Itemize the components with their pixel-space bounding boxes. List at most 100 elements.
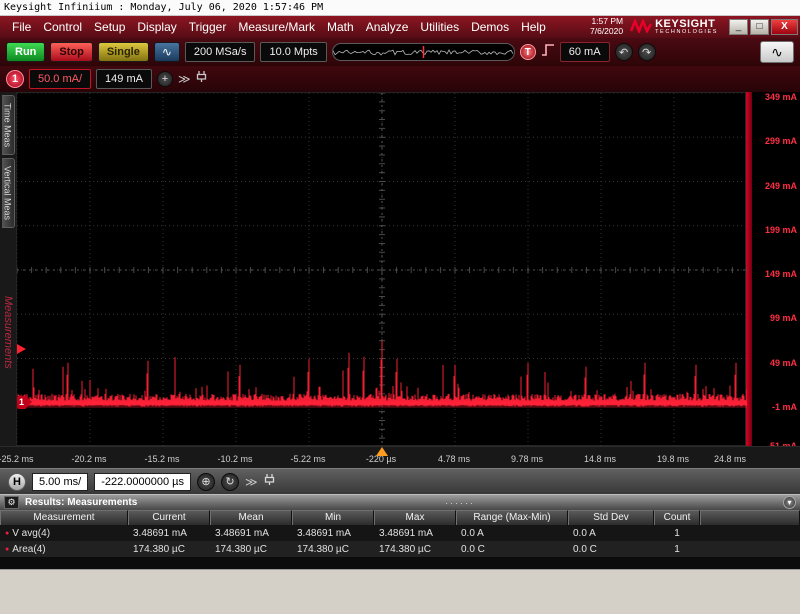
channel-ground-marker[interactable]: 1 — [17, 396, 26, 409]
waveform-canvas — [17, 93, 747, 447]
run-control-toolbar: Run Stop Single ∿ 200 MSa/s 10.0 Mpts T … — [0, 38, 800, 66]
menu-item[interactable]: Trigger — [183, 18, 233, 36]
mean-cell: 174.380 µC — [210, 544, 292, 555]
column-header-stddev: Std Dev — [568, 510, 654, 525]
trigger-level-field[interactable]: 60 mA — [560, 42, 610, 62]
memory-depth-readout[interactable]: 10.0 Mpts — [260, 42, 326, 62]
window-titlebar: Keysight Infiniium : Monday, July 06, 20… — [0, 0, 800, 16]
waveform-plot[interactable]: 1 — [16, 92, 746, 446]
menu-item[interactable]: Setup — [88, 18, 131, 36]
close-button[interactable]: X — [771, 19, 798, 35]
gear-icon: ⚙ — [7, 497, 15, 507]
menu-item[interactable]: Control — [37, 18, 88, 36]
horizontal-controls: H 5.00 ms/ -222.0000000 µs ⊕ ↻ ≫ — [0, 468, 800, 494]
horizontal-scale-field[interactable]: 5.00 ms/ — [32, 473, 88, 491]
menu-item[interactable]: Display — [131, 18, 182, 36]
channel-toolbar: 1 50.0 mA/ 149 mA + ≫ — [0, 66, 800, 92]
results-table-body: ●V avg(4) 3.48691 mA 3.48691 mA 3.48691 … — [0, 525, 800, 557]
mean-cell: 3.48691 mA — [210, 528, 292, 539]
results-drag-handle[interactable]: ······ — [143, 498, 777, 508]
tab-measurements-results[interactable]: Measurements — [1, 289, 15, 376]
sample-rate-readout[interactable]: 200 MSa/s — [185, 42, 256, 62]
tab-vertical-meas[interactable]: Vertical Meas — [2, 158, 15, 228]
count-cell: 1 — [654, 544, 700, 555]
stop-button[interactable]: Stop — [50, 42, 92, 62]
horizontal-position-field[interactable]: -222.0000000 µs — [94, 473, 191, 491]
autoscale-button[interactable]: ∿ — [154, 42, 180, 62]
table-row[interactable]: ●V avg(4) 3.48691 mA 3.48691 mA 3.48691 … — [0, 525, 800, 541]
channel-expand-chevrons[interactable]: ≫ — [178, 72, 191, 86]
horizontal-probe-icon[interactable] — [264, 473, 275, 491]
chevron-down-icon: ▾ — [787, 498, 791, 507]
tab-time-meas[interactable]: Time Meas — [2, 95, 15, 155]
channel-probe-icon[interactable] — [196, 70, 207, 88]
results-table-header: Measurement Current Mean Min Max Range (… — [0, 510, 800, 525]
table-row[interactable]: ●Area(4) 174.380 µC 174.380 µC 174.380 µ… — [0, 541, 800, 557]
column-header-mean: Mean — [210, 510, 292, 525]
column-header-min: Min — [292, 510, 374, 525]
menu-item[interactable]: Utilities — [414, 18, 465, 36]
stddev-cell: 0.0 C — [568, 544, 654, 555]
undo-button[interactable]: ↶ — [615, 43, 633, 61]
waveform-tools-button[interactable]: ∿ — [760, 41, 794, 63]
vertical-offset-field[interactable]: 149 mA — [96, 69, 152, 89]
column-header-measurement: Measurement — [0, 510, 128, 525]
timebase-preview — [332, 43, 515, 61]
range-cell: 0.0 A — [456, 528, 568, 539]
column-header-range: Range (Max-Min) — [456, 510, 568, 525]
clock-date: 7/6/2020 — [590, 27, 623, 37]
range-cell: 0.0 C — [456, 544, 568, 555]
zoom-button[interactable]: ⊕ — [197, 473, 215, 491]
stddev-cell: 0.0 A — [568, 528, 654, 539]
menu-item[interactable]: Analyze — [360, 18, 415, 36]
x-axis: -25.2 ms-20.2 ms-15.2 ms-10.2 ms-5.22 ms… — [0, 446, 800, 468]
results-title: Results: Measurements — [25, 497, 137, 508]
horizontal-settings-button[interactable]: ↻ — [221, 473, 239, 491]
undo-icon: ↶ — [619, 46, 628, 59]
results-settings-button[interactable]: ⚙ — [4, 496, 19, 509]
menu-item[interactable]: Math — [321, 18, 360, 36]
trigger-icon[interactable]: T — [520, 44, 536, 60]
keysight-spark-icon — [630, 19, 652, 36]
refresh-icon: ↻ — [225, 475, 234, 488]
vertical-scale-field[interactable]: 50.0 mA/ — [29, 69, 91, 89]
results-header: ⚙ Results: Measurements ······ ▾ — [0, 494, 800, 510]
menu-item[interactable]: Demos — [465, 18, 515, 36]
menu-bar: FileControlSetupDisplayTriggerMeasure/Ma… — [0, 16, 800, 38]
menu-items: FileControlSetupDisplayTriggerMeasure/Ma… — [6, 18, 552, 36]
results-panel-bottom — [0, 557, 800, 569]
waveform-icon: ∿ — [162, 45, 172, 59]
waveform-tools-icon: ∿ — [771, 44, 783, 61]
channel-1-button[interactable]: 1 — [6, 70, 24, 88]
current-cell: 3.48691 mA — [128, 528, 210, 539]
zoom-icon: ⊕ — [201, 475, 210, 488]
single-button[interactable]: Single — [98, 42, 149, 62]
add-channel-button[interactable]: + — [157, 71, 173, 87]
count-cell: 1 — [654, 528, 700, 539]
bottom-filler — [0, 569, 800, 614]
brand-subtitle: TECHNOLOGIES — [655, 30, 718, 36]
menu-item[interactable]: Help — [515, 18, 552, 36]
channel-color-dot-icon: ● — [5, 530, 9, 537]
horizontal-button[interactable]: H — [8, 473, 26, 491]
trigger-time-marker[interactable] — [376, 447, 388, 456]
measurement-label-cell: ●V avg(4) — [0, 528, 128, 539]
minimize-button[interactable]: _ — [729, 19, 748, 35]
measurement-label-cell: ●Area(4) — [0, 544, 128, 555]
trigger-level-marker[interactable] — [17, 344, 26, 354]
column-header-filler — [700, 510, 800, 525]
scope-display-area: Time Meas Vertical Meas Measurements 1 3… — [0, 92, 800, 446]
redo-icon: ↷ — [642, 46, 651, 59]
run-button[interactable]: Run — [6, 42, 45, 62]
trigger-edge-slope-icon[interactable] — [541, 43, 555, 62]
column-header-count: Count — [654, 510, 700, 525]
results-collapse-button[interactable]: ▾ — [783, 496, 796, 509]
menu-item[interactable]: Measure/Mark — [232, 18, 321, 36]
redo-button[interactable]: ↷ — [638, 43, 656, 61]
max-cell: 3.48691 mA — [374, 528, 456, 539]
horizontal-expand-chevrons[interactable]: ≫ — [245, 475, 258, 489]
maximize-button[interactable]: □ — [750, 19, 769, 35]
menu-item[interactable]: File — [6, 18, 37, 36]
channel-color-dot-icon: ● — [5, 546, 9, 553]
plus-icon: + — [162, 73, 168, 85]
